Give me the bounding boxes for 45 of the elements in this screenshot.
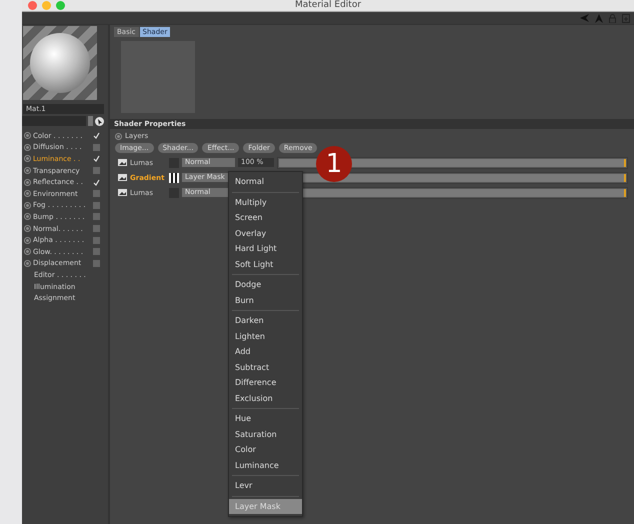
menu-item[interactable]: Hard Light	[229, 241, 302, 256]
menu-item[interactable]: Add	[229, 344, 302, 360]
menu-item[interactable]: Multiply	[229, 194, 302, 210]
channel-checkbox[interactable]	[93, 190, 100, 198]
channel-checkbox[interactable]	[93, 213, 100, 220]
channel-checkbox[interactable]	[93, 178, 100, 186]
new-window-icon[interactable]	[622, 14, 630, 22]
image-layer-icon	[118, 174, 127, 181]
menu-item[interactable]: Subtract	[229, 360, 302, 375]
image-layer-icon	[118, 159, 127, 166]
channel-checkbox[interactable]	[93, 167, 100, 174]
menu-item[interactable]: Darken	[229, 313, 302, 328]
channel-checkbox[interactable]	[93, 202, 100, 209]
step-badge-tooltip: 1	[316, 146, 352, 182]
menu-item[interactable]: Color	[229, 442, 302, 458]
zoom-window-button[interactable]	[56, 1, 65, 10]
menu-item[interactable]: Soft Light	[229, 256, 302, 272]
menu-item[interactable]: Dodge	[229, 277, 302, 292]
radio-icon[interactable]	[115, 132, 122, 140]
back-arrow-icon[interactable]	[580, 14, 589, 22]
lock-icon[interactable]	[609, 14, 616, 22]
channel-checkbox[interactable]	[93, 248, 100, 256]
image-layer-icon	[118, 189, 127, 196]
menu-item[interactable]: Difference	[229, 375, 302, 390]
channel-checkbox[interactable]	[93, 260, 100, 267]
channel-checkbox[interactable]	[93, 144, 100, 151]
menu-item[interactable]: Screen	[229, 210, 302, 226]
menu-item[interactable]: Saturation	[229, 426, 302, 442]
window-title: Material Editor	[294, 0, 362, 11]
channel-checkbox[interactable]	[93, 155, 100, 162]
menu-item[interactable]: Hue	[229, 411, 302, 426]
channel-checkbox[interactable]	[93, 132, 100, 140]
channel-checkbox[interactable]	[93, 225, 100, 232]
gradient-swatch	[169, 172, 179, 182]
search-field[interactable]	[22, 116, 86, 126]
close-window-button[interactable]	[28, 1, 37, 10]
cursor-icon[interactable]	[95, 116, 104, 126]
menu-item[interactable]: Overlay	[229, 226, 302, 241]
menu-item[interactable]: Burn	[229, 292, 302, 308]
up-arrow-icon[interactable]	[595, 14, 603, 22]
menu-item[interactable]: Luminance	[229, 458, 302, 473]
menu-item[interactable]: Levr	[229, 478, 302, 494]
channel-checkbox[interactable]	[93, 236, 100, 244]
menu-item[interactable]: Lighten	[229, 328, 302, 344]
menu-item[interactable]: Exclusion	[229, 390, 302, 406]
